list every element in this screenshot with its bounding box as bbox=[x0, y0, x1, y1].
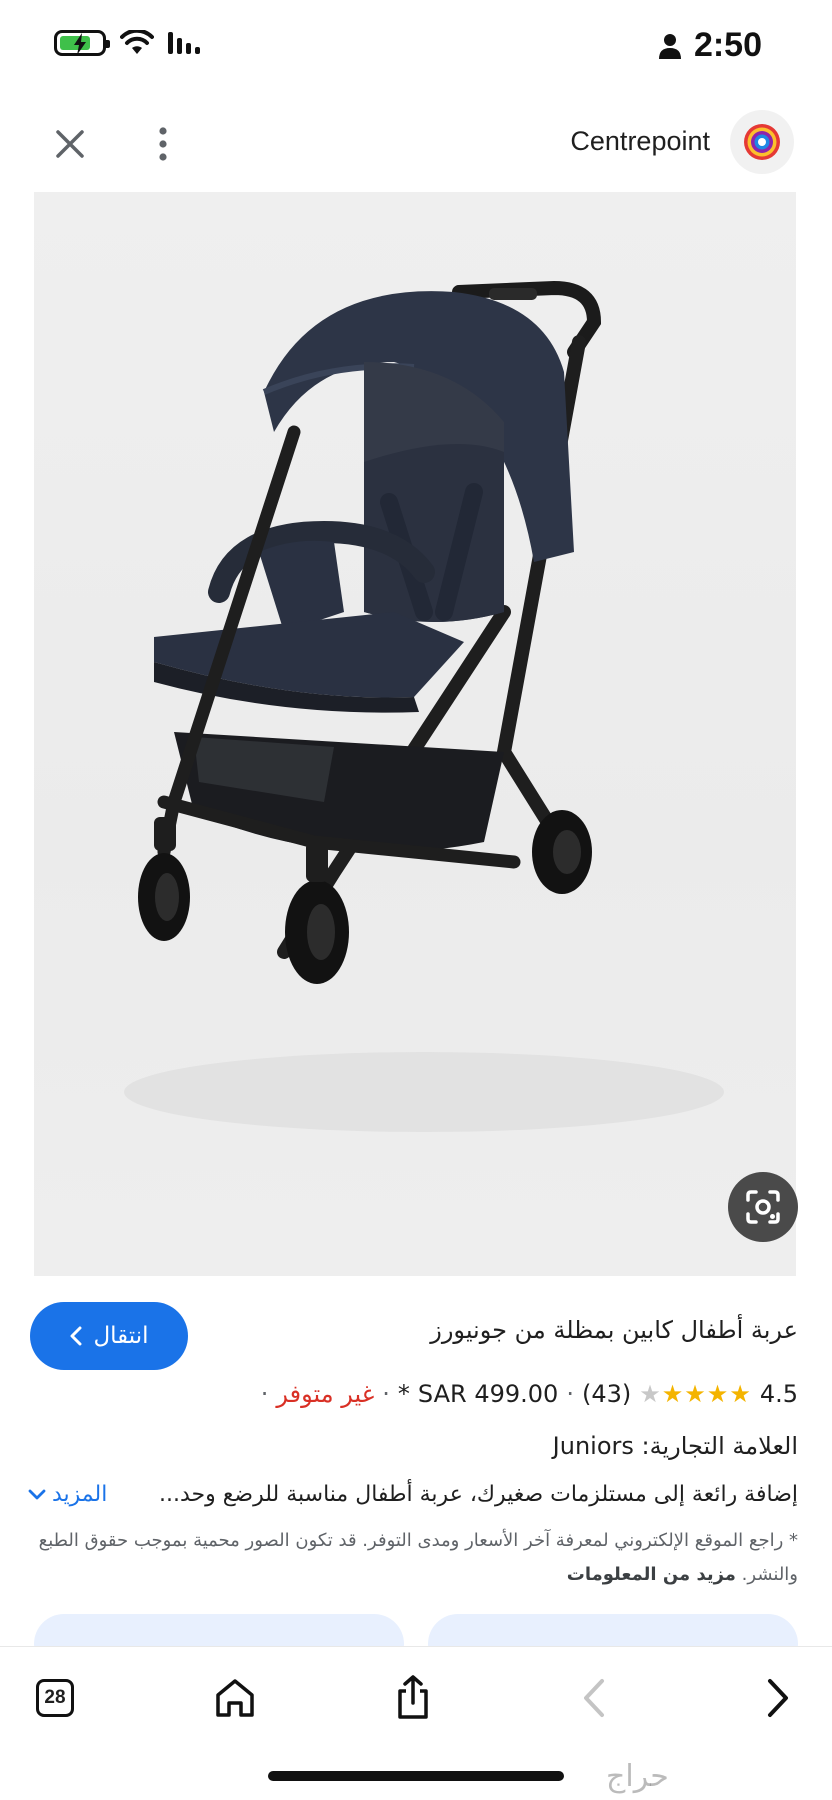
disclaimer-note: * راجع الموقع الإلكتروني لمعرفة آخر الأس… bbox=[28, 1524, 798, 1592]
price-marker: * bbox=[397, 1380, 410, 1408]
more-link-label: المزيد bbox=[52, 1482, 108, 1507]
chevron-left-icon bbox=[70, 1326, 82, 1346]
review-count: (43) bbox=[581, 1380, 632, 1408]
tabs-count: 28 bbox=[44, 1687, 66, 1708]
person-icon bbox=[658, 33, 681, 59]
more-link[interactable]: المزيد bbox=[28, 1482, 107, 1507]
product-image[interactable] bbox=[34, 192, 796, 1276]
go-button-label: انتقال bbox=[93, 1323, 149, 1349]
home-indicator bbox=[268, 1771, 564, 1781]
separator-dot: · bbox=[260, 1380, 269, 1408]
back-icon[interactable] bbox=[570, 1673, 620, 1723]
status-icons-left bbox=[54, 30, 200, 56]
status-icons-right: 2:50 bbox=[658, 26, 762, 65]
product-title: عربة أطفال كابين بمظلة من جونيورز bbox=[430, 1316, 798, 1344]
battery-charging-icon bbox=[54, 30, 110, 56]
tabs-icon[interactable]: 28 bbox=[36, 1679, 74, 1717]
availability-status: غير متوفر bbox=[276, 1380, 375, 1408]
go-button[interactable]: انتقال bbox=[30, 1302, 188, 1370]
rating-stars: ★★★★★ bbox=[639, 1380, 752, 1408]
browser-header: Centrepoint bbox=[0, 96, 832, 192]
status-time: 2:50 bbox=[693, 26, 762, 64]
product-meta-row: 4.5 ★★★★★ (43) · SAR 499.00 * · غير متوف… bbox=[261, 1380, 798, 1408]
wifi-icon bbox=[120, 30, 154, 54]
share-icon[interactable] bbox=[388, 1673, 438, 1723]
separator-dot: · bbox=[382, 1380, 390, 1408]
product-price: SAR 499.00 bbox=[417, 1380, 559, 1408]
google-lens-icon[interactable] bbox=[728, 1172, 798, 1242]
chevron-down-icon bbox=[28, 1489, 46, 1499]
site-logo-icon[interactable] bbox=[730, 110, 794, 174]
close-icon[interactable] bbox=[48, 122, 92, 166]
cellular-signal-icon bbox=[168, 32, 200, 54]
forward-icon[interactable] bbox=[752, 1673, 802, 1723]
separator-dot: · bbox=[566, 1380, 574, 1408]
description-row: إضافة رائعة إلى مستلزمات صغيرك، عربة أطف… bbox=[28, 1482, 798, 1507]
watermark-logo: حراج bbox=[606, 1759, 669, 1794]
rating-value: 4.5 bbox=[759, 1380, 798, 1408]
more-info-link[interactable]: مزيد من المعلومات bbox=[567, 1564, 736, 1585]
product-description: إضافة رائعة إلى مستلزمات صغيرك، عربة أطف… bbox=[158, 1482, 798, 1507]
site-name[interactable]: Centrepoint bbox=[570, 126, 710, 157]
status-bar: 2:50 bbox=[0, 0, 832, 96]
home-icon[interactable] bbox=[210, 1673, 260, 1723]
stroller-illustration bbox=[124, 280, 724, 1132]
brand-label: العلامة التجارية: Juniors bbox=[552, 1432, 798, 1460]
more-vert-icon[interactable] bbox=[148, 122, 178, 166]
browser-toolbar: 28 حراج bbox=[0, 1646, 832, 1800]
